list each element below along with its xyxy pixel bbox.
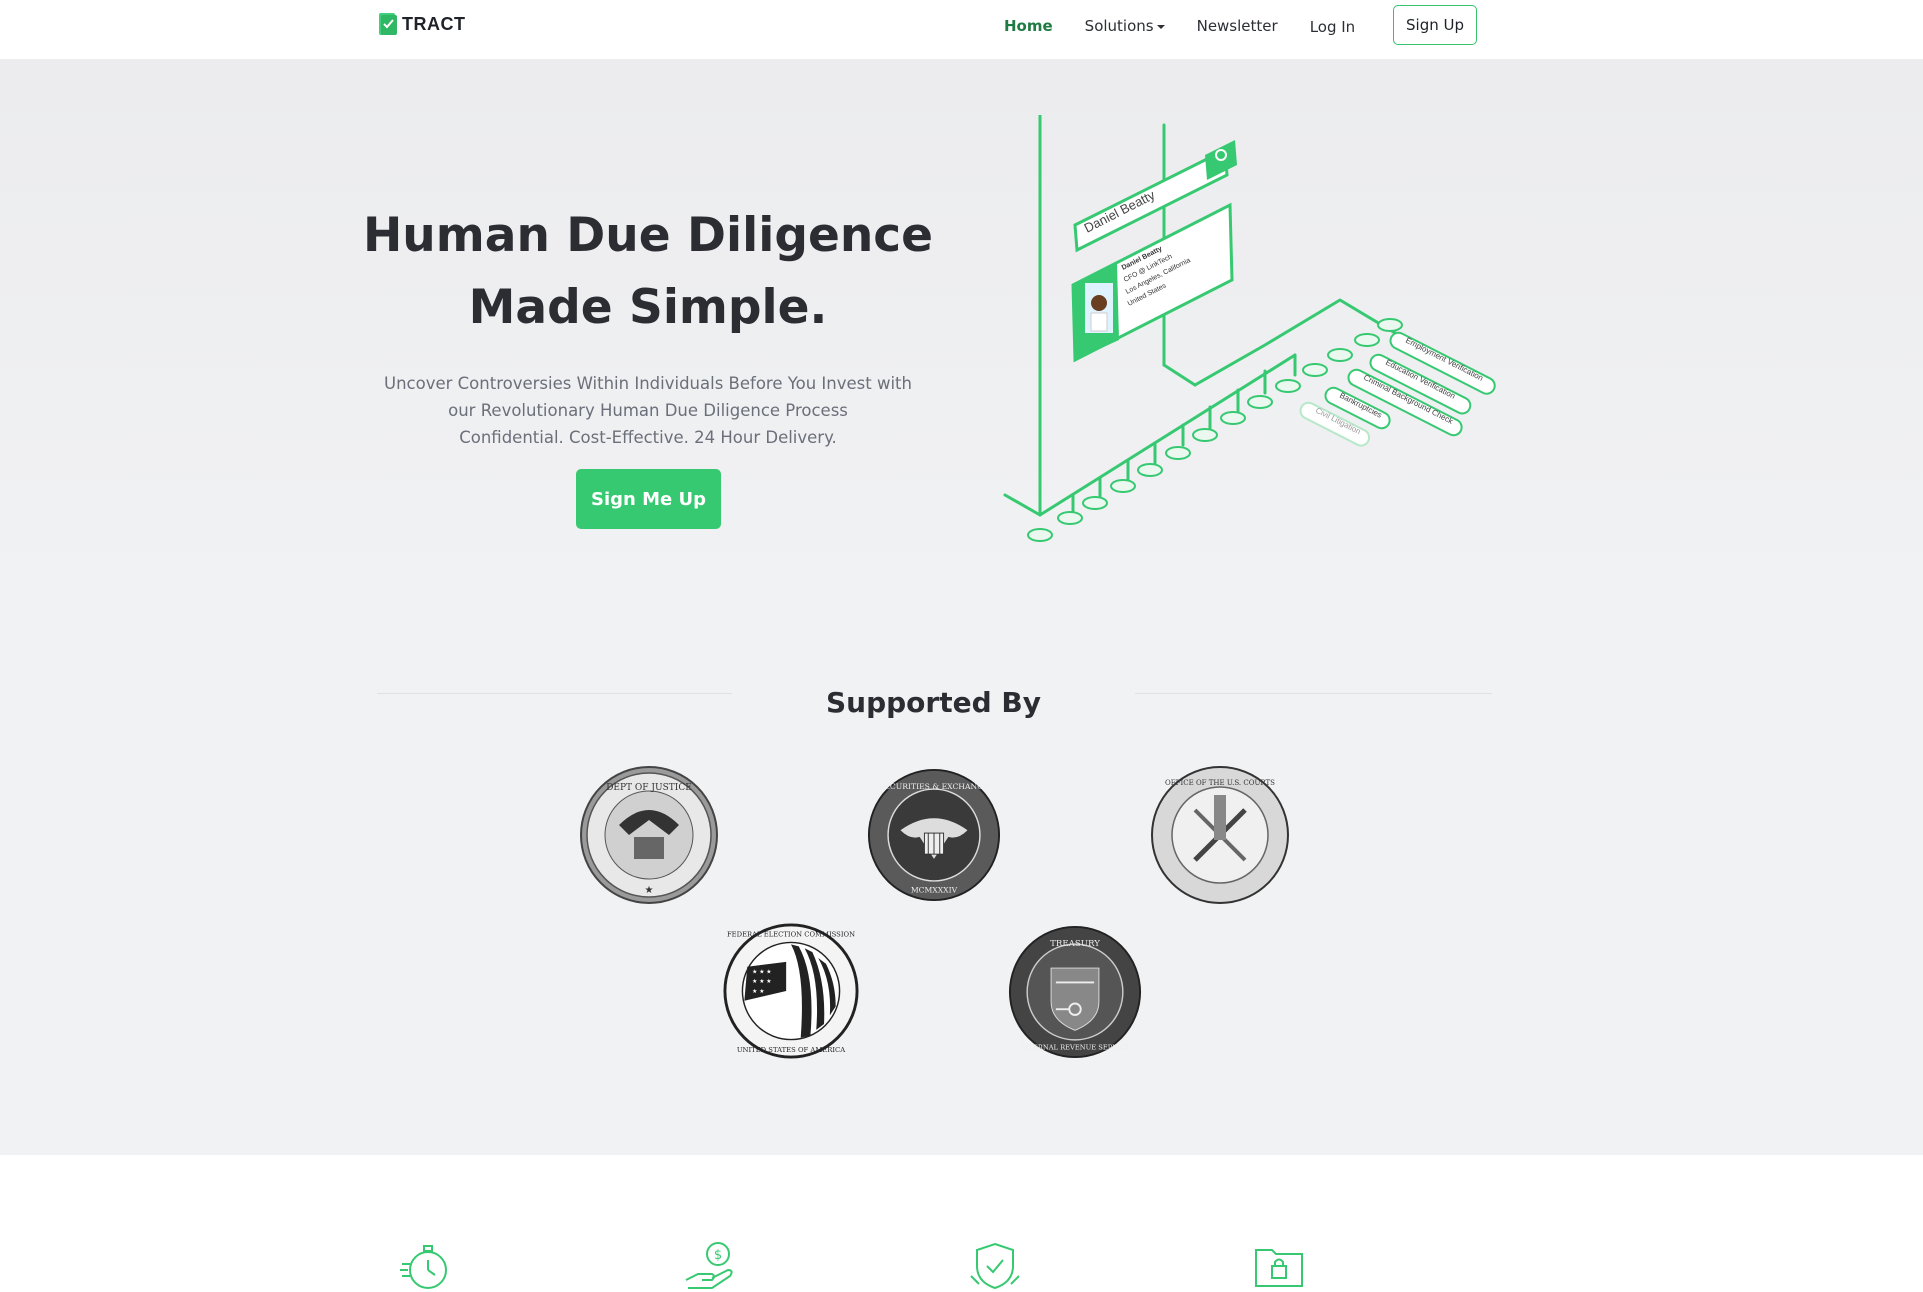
stopwatch-icon (400, 1245, 447, 1289)
nav-link-login[interactable]: Log In (1310, 16, 1356, 38)
logo-mark-icon (379, 13, 397, 35)
hero-subtitle-line1: Uncover Controversies Within Individuals… (384, 374, 912, 393)
supported-by-title: Supported By (826, 686, 1041, 719)
svg-text:★: ★ (645, 885, 654, 896)
nav-link-solutions[interactable]: Solutions (1085, 15, 1165, 37)
divider-right (1135, 693, 1492, 694)
chevron-down-icon (1156, 24, 1165, 29)
hero-subtitle-line3: Confidential. Cost-Effective. 24 Hour De… (459, 428, 837, 447)
svg-text:$: $ (714, 1248, 722, 1263)
hero-title-line1: Human Due Diligence (362, 208, 934, 263)
money-hand-icon: $ (685, 1242, 733, 1289)
svg-text:SECURITIES & EXCHANGE: SECURITIES & EXCHANGE (879, 782, 989, 791)
fec-seal: ★ ★ ★ ★ ★ ★ ★ ★ FEDERAL ELECTION COMMISS… (723, 923, 859, 1059)
features-section: $ (0, 1155, 1923, 1292)
nav-links: Home Solutions Newsletter Log In (1004, 14, 1387, 38)
nav-link-solutions-label: Solutions (1084, 17, 1154, 35)
sign-me-up-button[interactable]: Sign Me Up (576, 469, 721, 529)
svg-text:INTERNAL REVENUE SERVICE: INTERNAL REVENUE SERVICE (1020, 1043, 1130, 1051)
svg-text:UNITED STATES OF AMERICA: UNITED STATES OF AMERICA (737, 1046, 845, 1054)
logo-text: TRACT (402, 13, 466, 34)
hero-subtitle-line2: our Revolutionary Human Due Diligence Pr… (448, 401, 848, 420)
svg-text:MCMXXXIV: MCMXXXIV (911, 885, 958, 894)
hero-section: Human Due Diligence Made Simple. Uncover… (0, 60, 1923, 610)
due-diligence-illustration: Daniel Beatty Daniel Beatty CFO @ LinkTe… (1003, 115, 1496, 542)
hero-title-line2: Made Simple. (468, 280, 828, 335)
logo[interactable]: TRACT (378, 12, 466, 36)
shield-check-icon (970, 1242, 1020, 1290)
nav-link-home[interactable]: Home (1004, 15, 1053, 37)
divider-left (377, 693, 732, 694)
supported-by-section: Supported By DEPT OF JUSTICE ★ SECURITIE… (0, 610, 1923, 1155)
nav-link-newsletter[interactable]: Newsletter (1197, 15, 1278, 37)
secure-folder-icon (1255, 1249, 1303, 1287)
svg-text:★ ★ ★: ★ ★ ★ (752, 969, 771, 976)
svg-text:FEDERAL ELECTION COMMISSION: FEDERAL ELECTION COMMISSION (727, 931, 855, 939)
signup-button[interactable]: Sign Up (1393, 5, 1477, 45)
department-of-justice-seal: DEPT OF JUSTICE ★ (580, 766, 718, 904)
irs-seal: TREASURY INTERNAL REVENUE SERVICE (1008, 925, 1142, 1059)
sec-seal: SECURITIES & EXCHANGE MCMXXXIV (867, 768, 1001, 902)
svg-text:DEPT OF JUSTICE: DEPT OF JUSTICE (606, 783, 692, 793)
hero-subtitle: Uncover Controversies Within Individuals… (358, 370, 938, 451)
top-navbar: TRACT Home Solutions Newsletter Log In S… (0, 0, 1923, 60)
hero-title: Human Due Diligence Made Simple. (348, 200, 948, 344)
svg-text:★ ★: ★ ★ (752, 988, 764, 995)
us-courts-seal: OFFICE OF THE U.S. COURTS (1151, 766, 1289, 904)
svg-text:TREASURY: TREASURY (1050, 939, 1100, 949)
svg-text:OFFICE OF THE U.S. COURTS: OFFICE OF THE U.S. COURTS (1165, 779, 1275, 787)
svg-text:★ ★ ★: ★ ★ ★ (752, 978, 771, 985)
